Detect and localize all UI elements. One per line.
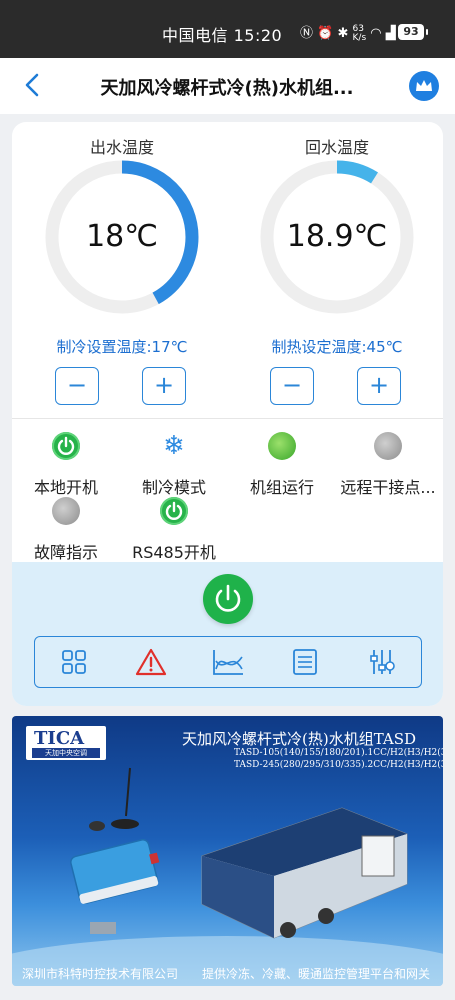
nfc-icon: Ⓝ [300,26,314,41]
cooling-setpoint: 制冷设置温度:17℃ [56,338,188,356]
chart-icon[interactable] [211,647,245,677]
inlet-temp-value: 18.9℃ [286,219,388,254]
settings-sliders-icon[interactable] [365,647,399,677]
status-label: RS485开机 [132,543,216,562]
banner-slogan: 提供冷冻、冷藏、暖通监控管理平台和网关 [202,967,431,981]
status-label: 远程干接点... [340,478,436,497]
warning-icon[interactable] [134,647,168,677]
crown-button[interactable] [409,71,439,101]
signal-icon: ▟ [385,26,396,41]
green-indicator-icon [268,432,296,460]
list-icon[interactable] [288,647,322,677]
page-title: 天加风冷螺杆式冷(热)水机组... [100,78,354,99]
alarm-icon: ⏰ [317,26,334,41]
heating-minus-button[interactable]: − [270,367,314,405]
status-label: 故障指示 [33,543,98,562]
outlet-temp-value: 18℃ [86,219,158,254]
status-local-start: 本地开机 [12,432,122,497]
heating-setpoint: 制热设定温度:45℃ [271,338,403,356]
status-unit-running: 机组运行 [228,432,338,497]
divider [12,418,443,419]
crown-icon [416,80,432,91]
grey-indicator-icon [374,432,402,460]
chevron-left-icon [25,73,39,97]
function-toolbar [34,636,422,688]
control-panel [12,562,443,706]
wifi-icon: ◠ [370,26,382,41]
status-time: 中国电信 15:20 [162,26,283,45]
grey-indicator-icon [52,497,80,525]
inlet-temp-label: 回水温度 [304,138,369,157]
back-button[interactable] [18,70,48,100]
cooling-plus-button[interactable]: + [142,367,186,405]
bluetooth-icon: ✱ [337,26,349,41]
product-illustration [12,767,443,986]
snowflake-icon: ❄ [163,431,185,461]
heating-plus-button[interactable]: + [357,367,401,405]
battery-icon: 93 [398,24,428,40]
banner-footer: 深圳市科特时控技术有限公司 提供冷冻、冷藏、暖通监控管理平台和网关 [12,960,443,986]
status-fault: 故障指示 [12,497,122,562]
status-bar: 中国电信 15:20 Ⓝ ⏰ ✱ 63 K/s ◠ ▟ 93 [0,0,455,58]
cooling-minus-button[interactable]: − [55,367,99,405]
power-on-icon [160,497,188,525]
main-power-button[interactable] [203,574,253,624]
banner-company: 深圳市科特时控技术有限公司 [22,967,179,981]
outlet-temp-label: 出水温度 [89,138,154,157]
app-header: 天加风冷螺杆式冷(热)水机组... [0,58,455,114]
status-label: 机组运行 [249,478,314,497]
status-label: 制冷模式 [141,478,206,497]
status-remote-contact: 远程干接点... [334,432,443,497]
net-speed: 63 K/s [352,23,367,43]
grid-icon[interactable] [57,647,91,677]
product-banner[interactable]: TICA 天加中央空调 天加风冷螺杆式冷(热)水机组TASD TASD-105(… [12,716,443,986]
power-icon [215,584,241,612]
status-label: 本地开机 [33,478,98,497]
status-icons: Ⓝ ⏰ ✱ 63 K/s ◠ ▟ [300,22,396,43]
power-on-icon [52,432,80,460]
status-cooling-mode: ❄ 制冷模式 [120,431,230,497]
unit-status-card: 出水温度 18℃ 制冷设置温度:17℃ − + 回水温度 18.9℃ 制热设定温… [12,122,443,706]
status-rs485-start: RS485开机 [120,497,230,562]
